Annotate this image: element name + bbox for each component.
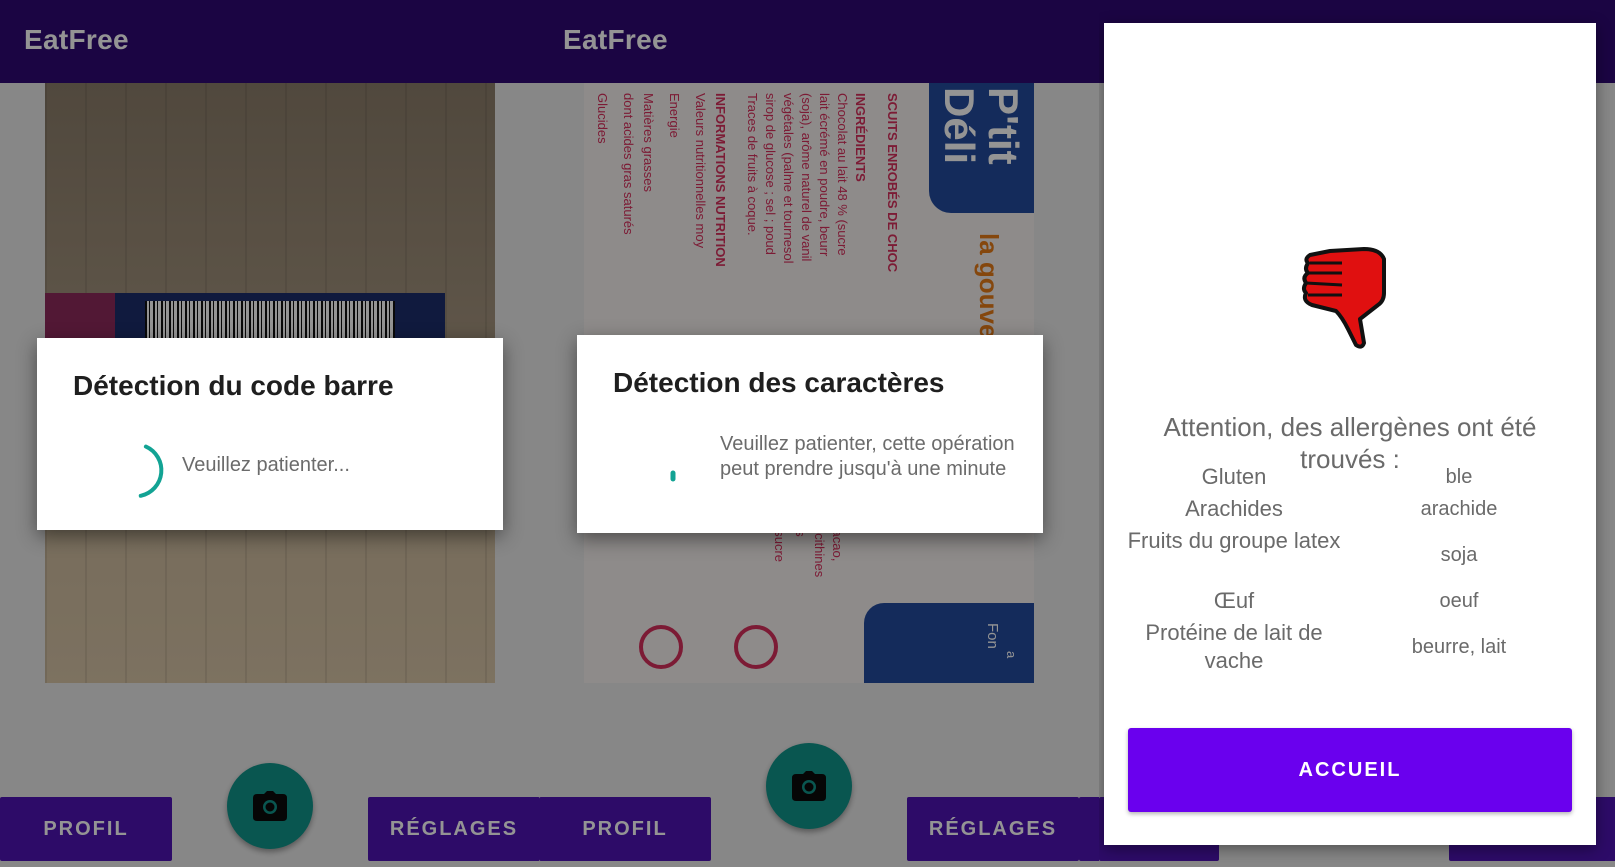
allergen-trace: arachide [1420, 498, 1498, 520]
package-text-line: Fon [984, 623, 1001, 649]
dialog-message: Veuillez patienter... [182, 454, 350, 476]
package-text-line: Matières grasses [641, 93, 656, 192]
barcode-progress-dialog: Détection du code barre Veuillez patient… [37, 338, 503, 530]
spinner-icon [670, 470, 676, 482]
package-text-line: INFORMATIONS NUTRITION [713, 93, 728, 267]
settings-button[interactable]: RÉGLAGES [907, 797, 1079, 861]
package-text-line: Valeurs nutritionnelles moy [693, 93, 708, 249]
allergen-trace: oeuf [1439, 590, 1479, 612]
screen-barcode-detection: EatFree PROFIL RÉGLAGES Détection du cod… [0, 0, 539, 867]
package-text-line: INGRÉDIENTS [853, 93, 868, 182]
nav-button-overflow[interactable] [1079, 797, 1099, 861]
package-bottom-panel: Fon a [864, 603, 1034, 683]
package-text-line: Energie [667, 93, 682, 138]
package-text-line: lait écrémé en poudre, beurr [817, 93, 832, 257]
thumbs-down-icon [1302, 247, 1386, 349]
app-title: EatFree [563, 24, 668, 55]
package-text-line: Chocolat au lait 48 % (sucre [835, 93, 850, 256]
package-text-line: végétales (palme et tournesol [781, 93, 796, 264]
dialog-title: Détection des caractères [613, 367, 945, 398]
ocr-progress-dialog: Détection des caractères Veuillez patien… [577, 335, 1043, 533]
app-title: EatFree [24, 24, 129, 55]
allergen-trace: soja [1440, 544, 1478, 566]
package-brand: P'tit Déli [936, 87, 1027, 165]
barcode-image [145, 301, 395, 341]
package-brand-area: P'tit Déli [929, 83, 1034, 213]
camera-icon [792, 771, 826, 801]
package-text-line: a [1004, 651, 1019, 659]
allergen-result-dialog: Attention, des allergènes ont été trouvé… [1104, 23, 1596, 845]
app-bar: EatFree [0, 0, 539, 83]
camera-fab-button[interactable] [766, 743, 852, 829]
allergen-name: Protéine de lait de vache [1145, 620, 1323, 673]
profile-button[interactable]: PROFIL [0, 797, 172, 861]
package-text-line: Glucides [595, 93, 610, 144]
package-text-line: sirop de glucose ; sel ; poud [763, 93, 778, 255]
allergen-trace: beurre, lait [1411, 636, 1507, 658]
screen-ocr-detection: EatFree P'tit Déli la gouverné avec SCUI… [539, 0, 1099, 867]
allergen-name: Arachides [1185, 496, 1283, 521]
home-button[interactable]: ACCUEIL [1128, 728, 1572, 812]
dialog-title: Détection du code barre [73, 370, 394, 401]
allergen-name: Fruits du groupe latex [1127, 528, 1341, 553]
allergen-name: Gluten [1201, 464, 1267, 489]
allergen-name: Œuf [1213, 588, 1255, 613]
settings-button[interactable]: RÉGLAGES [368, 797, 539, 861]
allergen-trace: ble [1445, 466, 1473, 488]
package-text-line: SCUITS ENROBÉS DE CHOC [885, 93, 900, 273]
app-bar: EatFree [539, 0, 1099, 83]
profile-button[interactable]: PROFIL [539, 797, 711, 861]
spinner-icon [138, 444, 164, 498]
camera-fab-button[interactable] [227, 763, 313, 849]
camera-icon [253, 791, 287, 821]
package-text-line: dont acides gras saturés [621, 93, 636, 235]
package-logo-icon [639, 625, 683, 669]
package-logo-icon [734, 625, 778, 669]
dialog-message: Veuillez patienter, cette opération peut… [720, 433, 1015, 480]
package-text-line: Traces de fruits à coque. [745, 93, 760, 236]
package-text-line: (soja), arôme naturel de vanil [799, 93, 814, 262]
screen-allergen-result: Attention, des allergènes ont été trouvé… [1099, 0, 1615, 867]
